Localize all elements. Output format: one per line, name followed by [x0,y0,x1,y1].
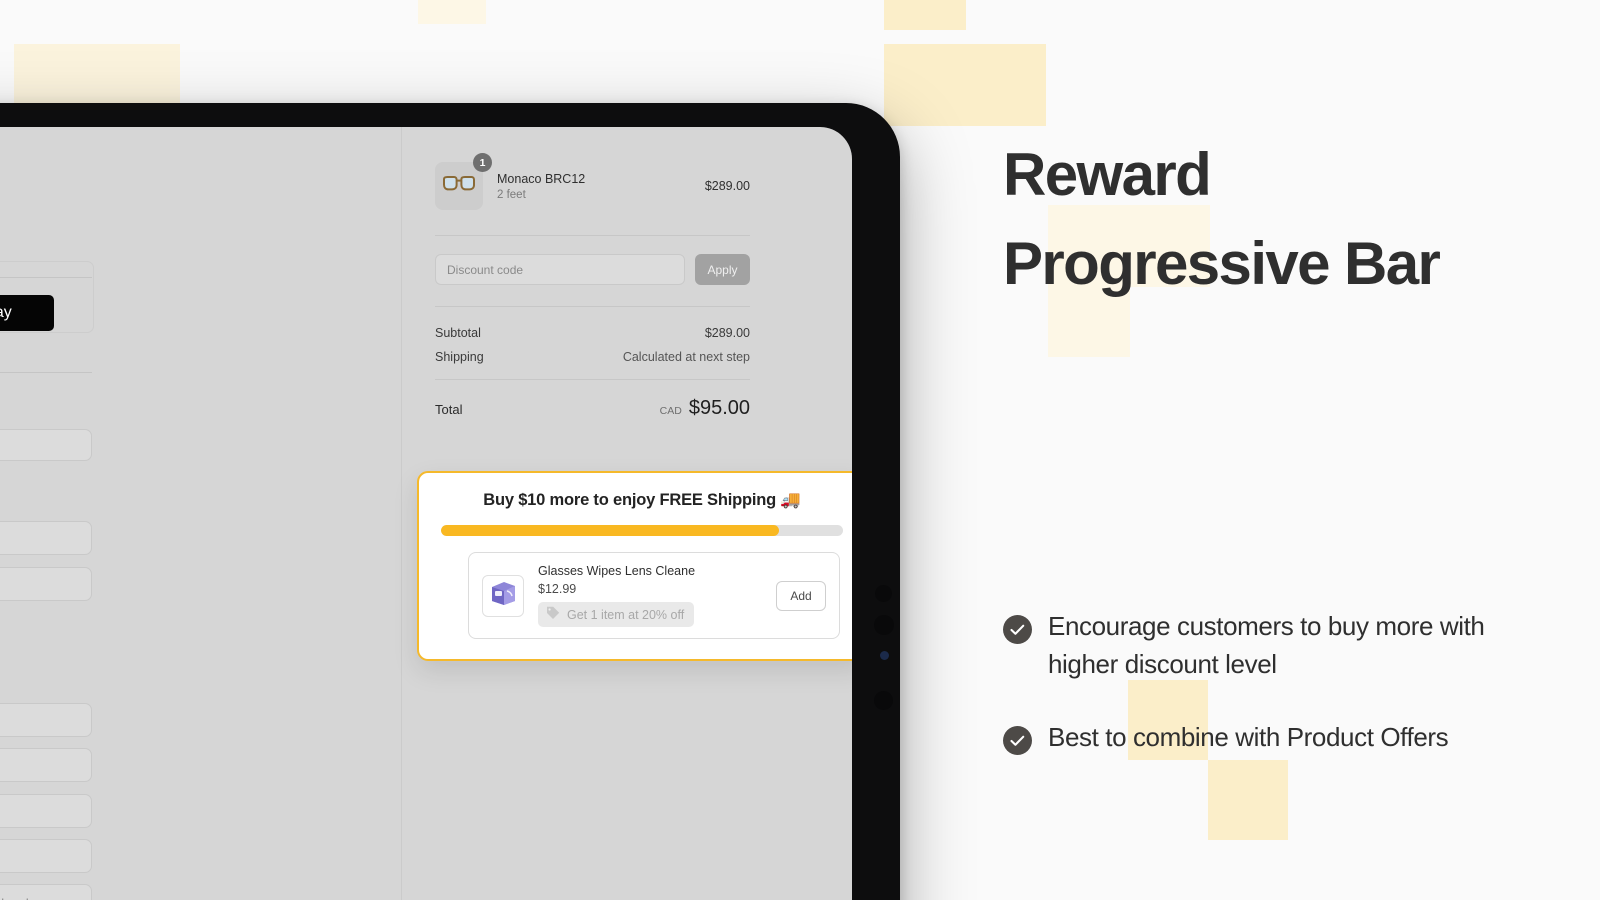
order-summary: 1 Monaco BRC12 2 feet $289.00 Discount c… [435,153,750,420]
promo-bullet-text: Encourage customers to buy more with hig… [1048,611,1485,679]
camera-dot [875,585,892,602]
shipping-value: Calculated at next step [622,350,750,364]
order-summary-column: 1 Monaco BRC12 2 feet $289.00 Discount c… [402,127,852,900]
checkout-form-column: e Shipping › Payment Express checkout [0,127,401,900]
promo-title: Reward Progressive Bar [1003,131,1563,309]
screenshot-stage: e Shipping › Payment Express checkout [0,0,1600,900]
promo-bullet: Encourage customers to buy more with hig… [1003,608,1523,683]
reward-offer-badge: Get 1 item at 20% off [538,602,695,627]
total-value: $95.00 [688,397,750,419]
wipes-box-icon [488,579,518,612]
summary-row-subtotal: Subtotal $289.00 [435,326,750,340]
quantity-badge: 1 [473,153,492,172]
reward-card-title: Buy $10 more to enjoy FREE Shipping 🚚 [483,491,801,509]
subtotal-label: Subtotal [435,326,481,340]
reward-product-price: $12.99 [538,582,577,596]
subtotal-value: $289.00 [704,326,750,340]
reward-product-info: Glasses Wipes Lens Cleane $12.99 Get 1 i… [538,564,762,627]
deco-square [98,44,180,106]
reward-add-label: Add [790,588,812,603]
checkout-page: e Shipping › Payment Express checkout [0,127,852,900]
postal-code-field[interactable]: Postal code [0,884,92,900]
discount-row: Discount code Apply [435,254,750,285]
sensor-dot [880,651,889,660]
line-item-name: Monaco BRC12 [497,171,586,186]
discount-code-input[interactable]: Discount code [435,254,685,285]
check-circle-icon [1003,726,1032,756]
deco-square [418,0,486,24]
camera-dot [874,615,894,635]
summary-divider [435,235,750,236]
email-field[interactable] [0,429,92,461]
deco-square [884,0,966,30]
promo-panel: Reward Progressive Bar Encourage custome… [1003,0,1600,900]
line-item-variant: 2 feet [497,188,526,201]
summary-row-total: Total CAD $95.00 [435,397,750,420]
total-label: Total [435,402,463,417]
apple-pay-label: Pay [0,304,12,321]
last-name-field[interactable]: Last name [0,703,92,737]
express-checkout-section: Express checkout shop [0,270,93,331]
summary-row-shipping: Shipping Calculated at next step [435,350,750,364]
deco-square [14,44,98,106]
line-item-details: Monaco BRC12 2 feet [497,172,585,201]
reward-product-name: Glasses Wipes Lens Cleane [538,564,696,578]
express-payment-buttons: shop PayPal [0,295,92,331]
reward-progress-fill [441,525,779,536]
apartment-field[interactable]: (optional) [0,794,92,828]
reward-progress-card: Buy $10 more to enjoy FREE Shipping 🚚 Gl… [417,471,852,661]
discount-code-placeholder: Discount code [447,262,524,277]
apply-discount-button[interactable]: Apply [695,254,750,285]
total-currency: CAD [659,405,682,417]
reward-add-button[interactable]: Add [776,580,826,611]
promo-title-line1: Reward [1003,141,1212,208]
promo-title-line2: Progressive Bar [1003,229,1441,297]
promo-bullet-text: Best to combine with Product Offers [1048,722,1449,753]
line-item-price: $289.00 [704,179,750,193]
deco-square [884,44,966,126]
apple-pay-button[interactable]: Pay [0,295,54,331]
summary-divider [435,379,750,380]
reward-progress-track [441,525,843,536]
promo-bullet: Best to combine with Product Offers [1003,719,1523,757]
address-field[interactable] [0,748,92,782]
postal-code-placeholder: Postal code [0,896,36,900]
tablet-screen: e Shipping › Payment Express checkout [0,127,852,900]
tag-icon [546,606,560,623]
reward-offer-label: Get 1 item at 20% off [567,607,685,622]
total-amount: CAD $95.00 [660,397,750,420]
apply-label: Apply [707,262,738,277]
legend-rule-right [0,276,93,278]
summary-divider [435,306,750,307]
city-field[interactable] [0,839,92,873]
order-line-item: 1 Monaco BRC12 2 feet $289.00 [435,153,750,210]
promo-bullet-list: Encourage customers to buy more with hig… [1003,608,1523,793]
shipping-label: Shipping [435,350,484,364]
or-rule-right [0,372,92,373]
eyeglasses-icon [442,175,476,198]
reward-product-thumbnail [482,574,524,617]
express-checkout-legend: Express checkout [0,270,93,284]
product-thumbnail: 1 [435,153,492,210]
reward-product-row: Glasses Wipes Lens Cleane $12.99 Get 1 i… [468,552,840,639]
check-circle-icon [1003,615,1032,644]
company-field[interactable] [0,567,92,601]
country-field[interactable] [0,521,92,555]
tablet-device: e Shipping › Payment Express checkout [0,99,904,900]
or-divider: OR [0,365,92,380]
speaker-dot [874,691,893,710]
